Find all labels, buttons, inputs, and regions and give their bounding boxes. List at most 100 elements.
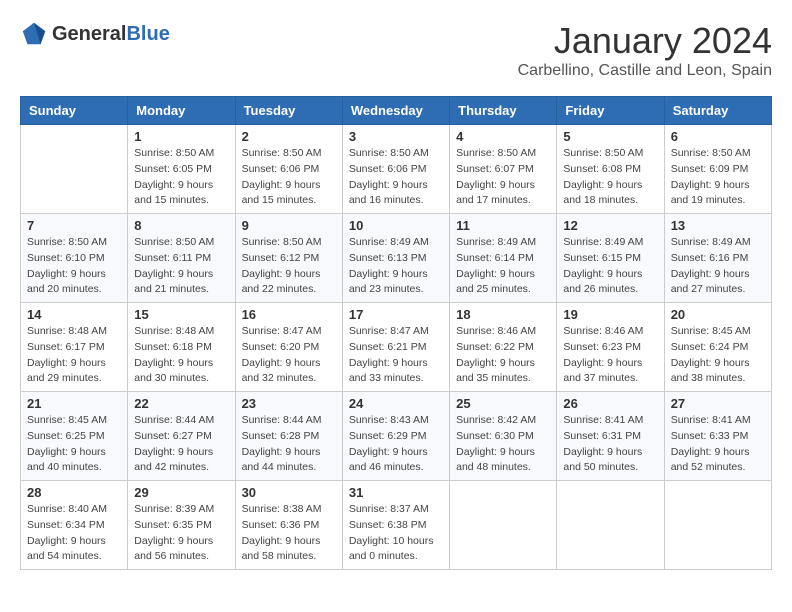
day-number: 26	[563, 396, 657, 411]
day-info-line: Sunrise: 8:50 AM	[134, 235, 228, 251]
calendar-cell: 25Sunrise: 8:42 AMSunset: 6:30 PMDayligh…	[450, 392, 557, 481]
day-info-line: and 19 minutes.	[671, 193, 765, 209]
calendar-cell: 6 Sunrise: 8:50 AMSunset: 6:09 PMDaylight…	[664, 125, 771, 214]
day-info-line: Sunset: 6:28 PM	[242, 429, 336, 445]
day-info-line: Sunset: 6:21 PM	[349, 340, 443, 356]
day-info-line: Sunset: 6:14 PM	[456, 251, 550, 267]
day-info-line: Sunrise: 8:48 AM	[134, 324, 228, 340]
day-info-line: Sunset: 6:36 PM	[242, 518, 336, 534]
calendar-cell: 1Sunrise: 8:50 AMSunset: 6:05 PMDaylight…	[128, 125, 235, 214]
day-info-line: Sunset: 6:23 PM	[563, 340, 657, 356]
day-info-line: Daylight: 9 hours	[242, 267, 336, 283]
day-info-line: Sunset: 6:18 PM	[134, 340, 228, 356]
day-info: Sunrise: 8:38 AMSunset: 6:36 PMDaylight:…	[242, 502, 336, 565]
day-info: Sunrise: 8:50 AMSunset: 6:10 PMDaylight:…	[27, 235, 121, 298]
day-info-line: Sunrise: 8:44 AM	[134, 413, 228, 429]
calendar-cell: 10Sunrise: 8:49 AMSunset: 6:13 PMDayligh…	[342, 214, 449, 303]
day-info-line: and 27 minutes.	[671, 282, 765, 298]
day-info-line: Daylight: 9 hours	[563, 445, 657, 461]
day-info-line: and 58 minutes.	[242, 549, 336, 565]
day-info-line: Sunset: 6:35 PM	[134, 518, 228, 534]
day-info-line: and 30 minutes.	[134, 371, 228, 387]
day-info-line: Daylight: 9 hours	[134, 356, 228, 372]
day-info-line: Sunrise: 8:37 AM	[349, 502, 443, 518]
day-info-line: Daylight: 9 hours	[242, 356, 336, 372]
calendar-cell	[664, 481, 771, 570]
logo-text-general: General	[52, 23, 126, 45]
day-info-line: and 52 minutes.	[671, 460, 765, 476]
day-info-line: Sunrise: 8:41 AM	[671, 413, 765, 429]
day-info-line: Sunrise: 8:42 AM	[456, 413, 550, 429]
day-info: Sunrise: 8:49 AMSunset: 6:13 PMDaylight:…	[349, 235, 443, 298]
day-info-line: Sunset: 6:29 PM	[349, 429, 443, 445]
day-info-line: Daylight: 9 hours	[134, 178, 228, 194]
day-info-line: Sunrise: 8:49 AM	[456, 235, 550, 251]
day-info-line: Sunset: 6:25 PM	[27, 429, 121, 445]
day-info-line: Daylight: 10 hours	[349, 534, 443, 550]
day-info-line: Sunrise: 8:50 AM	[134, 146, 228, 162]
day-info-line: Sunrise: 8:39 AM	[134, 502, 228, 518]
week-row-3: 21Sunrise: 8:45 AMSunset: 6:25 PMDayligh…	[21, 392, 772, 481]
day-number: 16	[242, 307, 336, 322]
day-info-line: Sunrise: 8:50 AM	[242, 235, 336, 251]
day-info-line: Sunrise: 8:46 AM	[456, 324, 550, 340]
day-info-line: and 32 minutes.	[242, 371, 336, 387]
day-info-line: and 20 minutes.	[27, 282, 121, 298]
day-number: 30	[242, 485, 336, 500]
calendar-cell: 21Sunrise: 8:45 AMSunset: 6:25 PMDayligh…	[21, 392, 128, 481]
page-header: GeneralBlue January 2024 Carbellino, Cas…	[20, 20, 772, 80]
day-info: Sunrise: 8:39 AMSunset: 6:35 PMDaylight:…	[134, 502, 228, 565]
day-number: 25	[456, 396, 550, 411]
day-info-line: Sunset: 6:24 PM	[671, 340, 765, 356]
day-info-line: Daylight: 9 hours	[456, 445, 550, 461]
day-info-line: and 40 minutes.	[27, 460, 121, 476]
day-info-line: and 37 minutes.	[563, 371, 657, 387]
day-number: 15	[134, 307, 228, 322]
calendar-cell: 31Sunrise: 8:37 AMSunset: 6:38 PMDayligh…	[342, 481, 449, 570]
day-info-line: and 0 minutes.	[349, 549, 443, 565]
day-info-line: Sunset: 6:16 PM	[671, 251, 765, 267]
weekday-header-friday: Friday	[557, 97, 664, 125]
calendar-cell: 12Sunrise: 8:49 AMSunset: 6:15 PMDayligh…	[557, 214, 664, 303]
weekday-header-tuesday: Tuesday	[235, 97, 342, 125]
day-info: Sunrise: 8:43 AMSunset: 6:29 PMDaylight:…	[349, 413, 443, 476]
day-info-line: and 33 minutes.	[349, 371, 443, 387]
day-info-line: Sunrise: 8:44 AM	[242, 413, 336, 429]
day-info: Sunrise: 8:50 AMSunset: 6:09 PMDaylight:…	[671, 146, 765, 209]
day-info-line: Sunrise: 8:45 AM	[671, 324, 765, 340]
week-row-1: 7Sunrise: 8:50 AMSunset: 6:10 PMDaylight…	[21, 214, 772, 303]
day-info-line: Sunrise: 8:49 AM	[349, 235, 443, 251]
day-info: Sunrise: 8:40 AMSunset: 6:34 PMDaylight:…	[27, 502, 121, 565]
day-info-line: Daylight: 9 hours	[671, 445, 765, 461]
day-info: Sunrise: 8:45 AMSunset: 6:25 PMDaylight:…	[27, 413, 121, 476]
day-info-line: and 21 minutes.	[134, 282, 228, 298]
day-info-line: Sunrise: 8:50 AM	[456, 146, 550, 162]
day-info-line: Sunrise: 8:50 AM	[563, 146, 657, 162]
day-info-line: Sunset: 6:10 PM	[27, 251, 121, 267]
day-info-line: Daylight: 9 hours	[563, 178, 657, 194]
day-info: Sunrise: 8:50 AMSunset: 6:05 PMDaylight:…	[134, 146, 228, 209]
day-info-line: Daylight: 9 hours	[563, 267, 657, 283]
day-info-line: and 23 minutes.	[349, 282, 443, 298]
calendar-cell	[21, 125, 128, 214]
day-info-line: Sunrise: 8:40 AM	[27, 502, 121, 518]
day-info-line: and 54 minutes.	[27, 549, 121, 565]
day-number: 27	[671, 396, 765, 411]
calendar-cell: 11Sunrise: 8:49 AMSunset: 6:14 PMDayligh…	[450, 214, 557, 303]
day-info: Sunrise: 8:46 AMSunset: 6:23 PMDaylight:…	[563, 324, 657, 387]
calendar-cell: 24Sunrise: 8:43 AMSunset: 6:29 PMDayligh…	[342, 392, 449, 481]
day-info-line: and 15 minutes.	[134, 193, 228, 209]
day-info-line: and 17 minutes.	[456, 193, 550, 209]
day-number: 17	[349, 307, 443, 322]
day-info: Sunrise: 8:49 AMSunset: 6:15 PMDaylight:…	[563, 235, 657, 298]
day-info-line: Sunrise: 8:45 AM	[27, 413, 121, 429]
day-number: 6	[671, 129, 765, 144]
day-info-line: Sunset: 6:08 PM	[563, 162, 657, 178]
week-row-0: 1Sunrise: 8:50 AMSunset: 6:05 PMDaylight…	[21, 125, 772, 214]
day-info-line: Sunset: 6:33 PM	[671, 429, 765, 445]
day-info-line: and 46 minutes.	[349, 460, 443, 476]
day-info-line: Daylight: 9 hours	[134, 534, 228, 550]
weekday-header-wednesday: Wednesday	[342, 97, 449, 125]
day-info: Sunrise: 8:44 AMSunset: 6:28 PMDaylight:…	[242, 413, 336, 476]
day-info-line: Sunrise: 8:38 AM	[242, 502, 336, 518]
